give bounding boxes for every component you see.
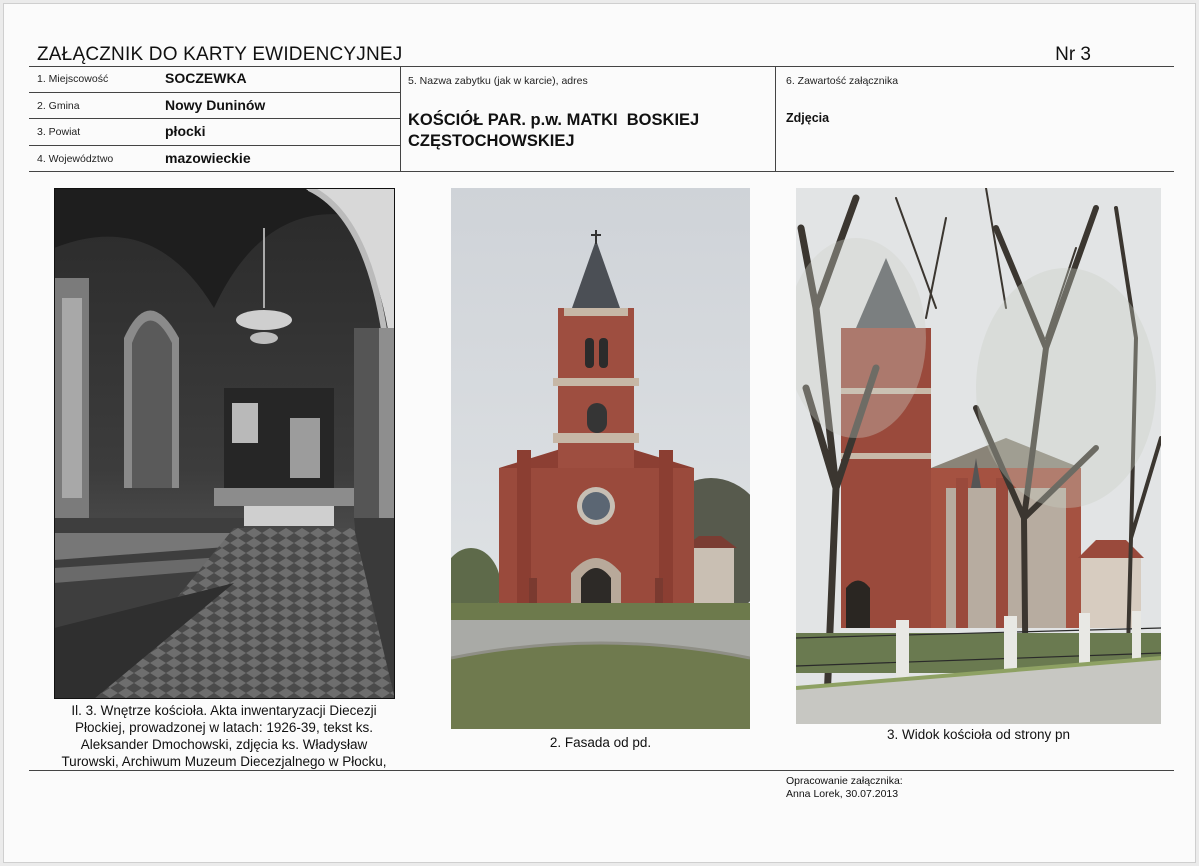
caption-interior-line: Il. 3. Wnętrze kościoła. Akta inwentaryz…	[71, 703, 377, 718]
powiat-label: 3. Powiat	[37, 126, 81, 138]
table-bottom-rule	[29, 171, 1174, 172]
table-column-divider	[400, 66, 401, 172]
caption-interior-line: Aleksander Dmochowski, zdjęcia ks. Włady…	[80, 737, 368, 752]
footer-rule	[29, 770, 1174, 771]
credit-label: Opracowanie załącznika:	[786, 775, 903, 787]
table-row-rule	[29, 145, 400, 146]
photo-north-view	[796, 188, 1161, 724]
table-top-rule	[29, 66, 1174, 67]
caption-facade: 2. Fasada od pd.	[549, 735, 652, 750]
caption-north-view: 3. Widok kościoła od strony pn	[886, 727, 1071, 742]
powiat-value: płocki	[165, 123, 206, 139]
table-row-rule	[29, 118, 400, 119]
wojewodztwo-label: 4. Województwo	[37, 153, 114, 165]
document-number: Nr 3	[1055, 44, 1091, 65]
caption-interior: Il. 3. Wnętrze kościoła. Akta inwentaryz…	[44, 702, 404, 770]
document-sheet: ZAŁĄCZNIK DO KARTY EWIDENCYJNEJ Nr 3 1. …	[3, 3, 1196, 863]
miejscowosc-label: 1. Miejscowość	[37, 73, 109, 85]
photo-interior	[54, 188, 395, 699]
zawartosc-label: 6. Zawartość załącznika	[786, 75, 899, 87]
footer-credit: Opracowanie załącznika: Anna Lorek, 30.0…	[786, 775, 903, 801]
document-title: ZAŁĄCZNIK DO KARTY EWIDENCYJNEJ	[37, 44, 403, 65]
table-row-rule	[29, 92, 400, 93]
monument-name-line2: CZĘSTOCHOWSKIEJ	[408, 132, 575, 150]
gmina-label: 2. Gmina	[37, 100, 80, 112]
wojewodztwo-value: mazowieckie	[165, 150, 251, 166]
zawartosc-value: Zdjęcia	[786, 111, 830, 125]
monument-name-line1: KOŚCIÓŁ PAR. p.w. MATKI BOSKIEJ	[408, 111, 700, 129]
nazwa-label: 5. Nazwa zabytku (jak w karcie), adres	[408, 75, 588, 87]
gmina-value: Nowy Duninów	[165, 97, 266, 113]
photo-facade	[451, 188, 750, 729]
table-column-divider	[775, 66, 776, 172]
credit-author-date: Anna Lorek, 30.07.2013	[786, 788, 899, 800]
miejscowosc-value: SOCZEWKA	[165, 70, 247, 86]
caption-interior-line: Płockiej, prowadzonej w latach: 1926-39,…	[75, 720, 373, 735]
caption-interior-line: Turowski, Archiwum Muzeum Diecezjalnego …	[61, 754, 387, 769]
monument-name: KOŚCIÓŁ PAR. p.w. MATKI BOSKIEJ CZĘSTOCH…	[408, 110, 768, 152]
